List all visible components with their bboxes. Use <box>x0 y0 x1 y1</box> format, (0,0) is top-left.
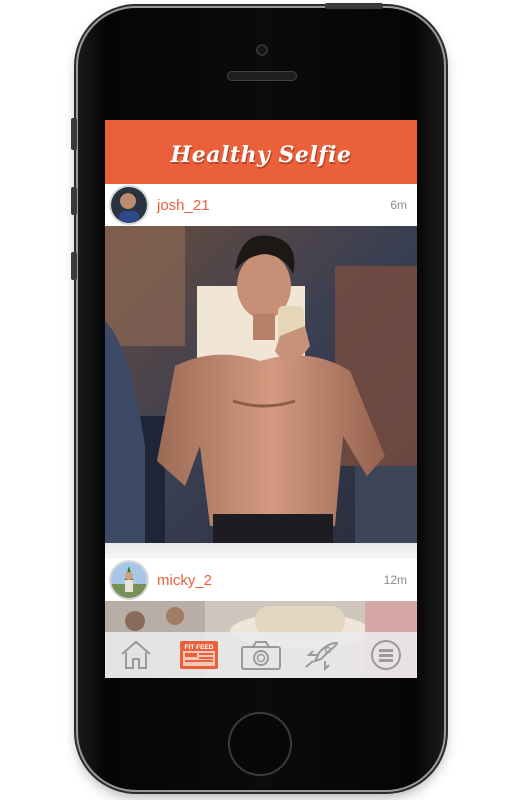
front-camera <box>256 44 268 56</box>
home-button[interactable] <box>228 712 292 776</box>
app-screen: Healthy Selfie josh_21 6m micky_2 12m FI… <box>105 120 417 678</box>
tab-bar: FIT FEED <box>105 632 417 678</box>
camera-icon <box>240 641 281 670</box>
menu-icon <box>370 640 401 670</box>
post-divider <box>105 543 417 559</box>
tab-camera[interactable] <box>235 635 287 675</box>
earpiece-speaker <box>227 71 297 81</box>
post-header: josh_21 6m <box>105 184 417 226</box>
mute-switch <box>71 118 77 150</box>
volume-up-button <box>71 187 77 215</box>
fit-feed-icon: FIT FEED <box>179 641 218 669</box>
post-username[interactable]: josh_21 <box>157 197 390 214</box>
tab-home[interactable] <box>110 635 162 675</box>
home-icon <box>121 640 151 669</box>
tab-rocket[interactable] <box>297 635 349 675</box>
avatar[interactable] <box>111 562 147 598</box>
volume-down-button <box>71 252 77 280</box>
post-timestamp: 6m <box>390 198 407 212</box>
tab-fit-feed[interactable]: FIT FEED <box>173 635 225 675</box>
tab-menu[interactable] <box>360 635 412 675</box>
fit-feed-label: FIT FEED <box>184 644 213 651</box>
power-button <box>325 3 383 9</box>
rocket-icon <box>305 641 339 671</box>
post-photo[interactable] <box>105 226 417 543</box>
app-title: Healthy Selfie <box>170 142 352 168</box>
post-header: micky_2 12m <box>105 559 417 601</box>
avatar[interactable] <box>111 187 147 223</box>
app-header: Healthy Selfie <box>105 120 417 184</box>
post-timestamp: 12m <box>383 573 407 587</box>
post-username[interactable]: micky_2 <box>157 572 384 589</box>
